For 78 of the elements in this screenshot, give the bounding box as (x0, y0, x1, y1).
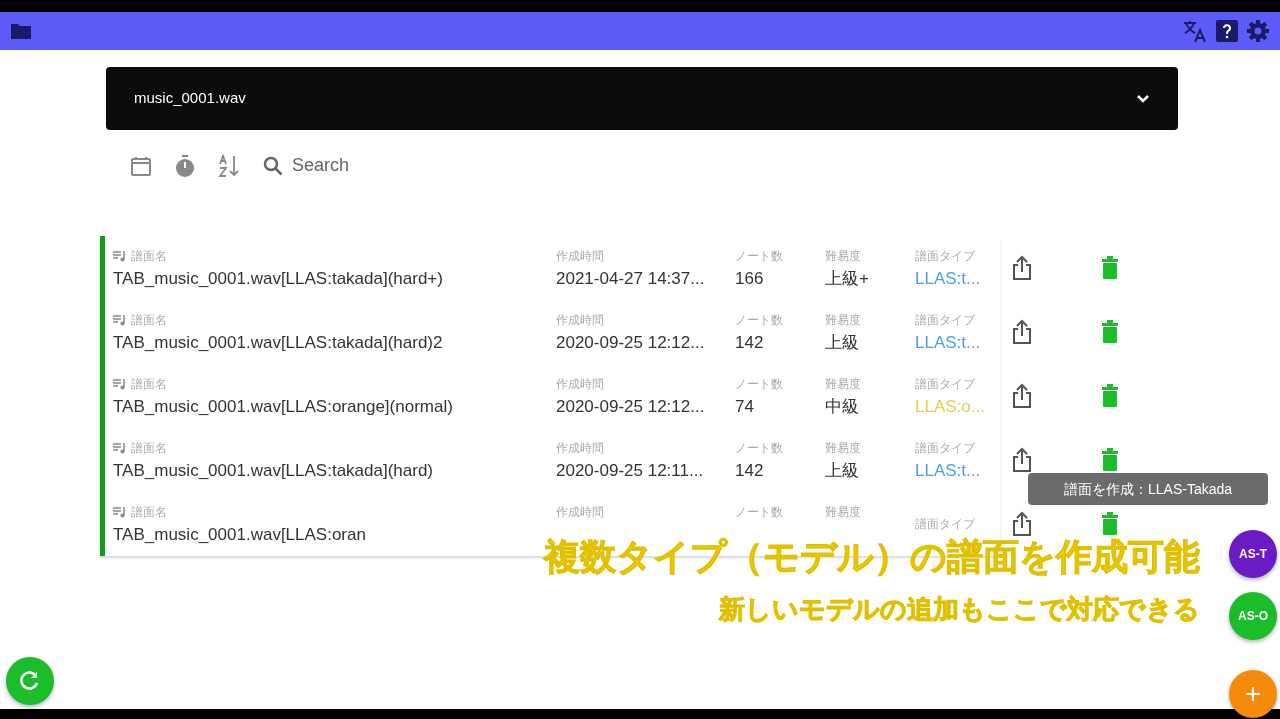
stopwatch-icon[interactable] (174, 153, 196, 178)
chart-name: TAB_music_0001.wav[LLAS:oran (113, 525, 367, 543)
caption-text: 新しいモデルの追加もここで対応できる (719, 593, 1200, 626)
difficulty: 上級+ (825, 269, 870, 287)
music-list-icon (113, 313, 127, 326)
field-label: 譜面名 (131, 249, 167, 262)
share-icon[interactable] (1011, 319, 1033, 345)
folder-icon[interactable] (10, 22, 32, 40)
field-label: ノート数 (735, 313, 784, 326)
field-label: 譜面名 (131, 377, 167, 390)
music-list-icon (113, 377, 127, 390)
field-label: 譜面タイプ (915, 518, 977, 530)
difficulty: 上級 (825, 333, 860, 351)
field-label: 作成時間 (556, 505, 605, 518)
field-label: 作成時間 (556, 249, 605, 262)
search-icon (262, 154, 284, 177)
field-label: 難易度 (825, 313, 862, 326)
help-icon[interactable] (1216, 20, 1238, 42)
chevron-down-icon (1136, 93, 1150, 104)
chart-name: TAB_music_0001.wav[LLAS:takada](hard)2 (113, 333, 444, 351)
created-time: 2021-04-27 14:37... (556, 269, 706, 287)
field-label: ノート数 (735, 505, 784, 518)
created-time: 2020-09-25 12:11... (556, 461, 705, 479)
trash-icon[interactable] (1101, 320, 1119, 345)
difficulty: 上級 (825, 461, 860, 479)
field-label: 譜面タイプ (915, 313, 977, 326)
share-icon[interactable] (1011, 383, 1033, 409)
trash-icon[interactable] (1101, 448, 1119, 473)
note-count: 74 (735, 397, 755, 415)
music-list-icon (113, 441, 127, 454)
search-button[interactable]: Search (262, 152, 350, 179)
field-label: 難易度 (825, 377, 862, 390)
file-dropdown[interactable]: music_0001.wav (106, 67, 1178, 130)
trash-icon[interactable] (1101, 384, 1119, 409)
music-list-icon (113, 505, 127, 518)
fab-button[interactable]: AS-T (1229, 530, 1277, 578)
field-label: 難易度 (825, 249, 862, 262)
share-icon[interactable] (1011, 255, 1033, 281)
field-label: ノート数 (735, 377, 784, 390)
share-icon[interactable] (1011, 511, 1033, 537)
field-label: 難易度 (825, 441, 862, 454)
caption-text: 複数タイプ（モデル）の譜面を作成可能 (544, 535, 1200, 579)
field-label: 譜面名 (131, 441, 167, 454)
field-label: 作成時間 (556, 377, 605, 390)
chart-type: LLAS:o... (915, 397, 986, 415)
chart-type: LLAS:t... (915, 461, 982, 479)
field-label: 作成時間 (556, 313, 605, 326)
refresh-button[interactable] (6, 657, 54, 705)
field-label: 譜面名 (131, 505, 167, 518)
field-label: 譜面タイプ (915, 441, 977, 454)
field-label: 作成時間 (556, 441, 605, 454)
chart-type: LLAS:t... (915, 269, 982, 287)
field-label: 譜面タイプ (915, 249, 977, 262)
field-label: 難易度 (825, 505, 862, 518)
music-list-icon (113, 249, 127, 262)
difficulty: 中級 (825, 397, 860, 415)
created-time: 2020-09-25 12:12... (556, 397, 706, 415)
chart-name: TAB_music_0001.wav[LLAS:takada](hard) (113, 461, 435, 479)
created-time: 2020-09-25 12:12... (556, 333, 706, 351)
chart-type: LLAS:t... (915, 333, 982, 351)
file-name: music_0001.wav (134, 88, 246, 109)
note-count: 166 (735, 269, 765, 287)
sort-icon[interactable] (218, 153, 240, 178)
note-count: 142 (735, 333, 765, 351)
note-count: 142 (735, 461, 765, 479)
share-icon[interactable] (1011, 447, 1033, 473)
chart-name: TAB_music_0001.wav[LLAS:orange](normal) (113, 397, 454, 415)
trash-icon[interactable] (1101, 512, 1119, 537)
field-label: ノート数 (735, 249, 784, 262)
trash-icon[interactable] (1101, 256, 1119, 281)
field-label: ノート数 (735, 441, 784, 454)
chart-name: TAB_music_0001.wav[LLAS:takada](hard+) (113, 269, 444, 287)
field-label: 譜面名 (131, 313, 167, 326)
refresh-icon (19, 670, 41, 692)
tooltip: 譜面を作成：LLAS-Takada (1028, 473, 1268, 505)
field-label: 譜面タイプ (915, 377, 977, 390)
translate-icon[interactable] (1182, 18, 1208, 44)
calendar-icon[interactable] (130, 154, 152, 177)
